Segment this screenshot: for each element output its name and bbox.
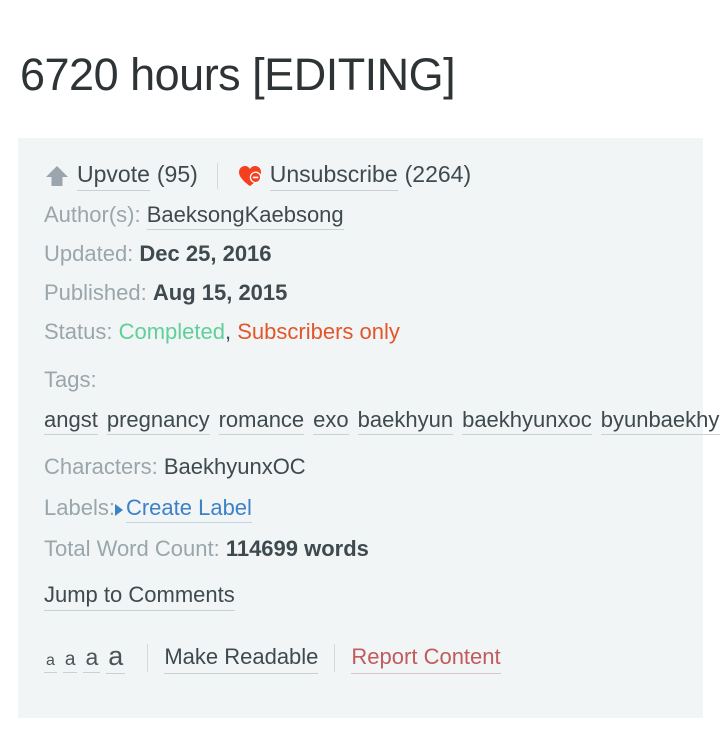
heart-minus-icon <box>237 164 263 188</box>
jump-to-comments-row: Jump to Comments <box>44 582 677 611</box>
jump-to-comments-link[interactable]: Jump to Comments <box>44 582 235 611</box>
unsubscribe-count: (2264) <box>404 161 472 187</box>
upvote-button[interactable]: Upvote (95) <box>44 161 198 191</box>
labels-row: Labels: Create Label <box>44 495 677 523</box>
tag-link[interactable]: pregnancy <box>106 407 210 435</box>
word-count-value: 114699 words <box>225 536 369 561</box>
tag-link[interactable]: romance <box>218 407 305 435</box>
tags-label: Tags: <box>44 367 97 392</box>
status-label: Status: <box>44 319 113 344</box>
tag-link[interactable]: byunbaekhyunexo <box>600 407 720 435</box>
upvote-label[interactable]: Upvote <box>77 161 150 191</box>
status-badge-completed: Completed <box>118 319 225 344</box>
unsubscribe-label[interactable]: Unsubscribe <box>269 161 398 191</box>
updated-row: Updated: Dec 25, 2016 <box>44 243 677 265</box>
caret-right-icon <box>114 504 123 516</box>
word-count-label: Total Word Count: <box>44 536 220 561</box>
report-content-button[interactable]: Report Content <box>351 644 501 674</box>
toolbar-divider <box>334 644 336 672</box>
status-badge-subscribers-only: Subscribers only <box>237 319 400 344</box>
tag-link[interactable]: baekhyun <box>357 407 454 435</box>
updated-label: Updated: <box>44 241 134 266</box>
tag-link[interactable]: angst <box>44 407 98 435</box>
author-label: Author(s): <box>44 202 141 227</box>
published-label: Published: <box>44 280 147 305</box>
author-row: Author(s): BaeksongKaebsong <box>44 202 677 230</box>
make-readable-button[interactable]: Make Readable <box>164 644 319 674</box>
status-row: Status: Completed, Subscribers only <box>44 321 677 343</box>
published-row: Published: Aug 15, 2015 <box>44 282 677 304</box>
page-title: 6720 hours [EDITING] <box>20 49 456 100</box>
font-size-medium-button[interactable]: a <box>83 646 101 673</box>
updated-value: Dec 25, 2016 <box>139 241 272 266</box>
toolbar-divider <box>147 644 149 672</box>
story-info-page: 6720 hours [EDITING] Upvote (95) Unsubsc… <box>0 0 720 737</box>
characters-row: Characters: BaekhyunxOC <box>44 456 677 478</box>
font-size-controls: a a a a <box>44 643 131 674</box>
author-link[interactable]: BaeksongKaebsong <box>146 202 344 230</box>
font-size-large-button[interactable]: a <box>106 643 126 674</box>
arrow-up-icon <box>44 163 70 189</box>
story-info-panel: Upvote (95) Unsubscribe (2264) Author(s)… <box>18 138 720 718</box>
tag-link[interactable]: baekhyunxoc <box>462 407 592 435</box>
status-separator: , <box>225 319 232 344</box>
font-size-small-button[interactable]: a <box>62 650 78 673</box>
font-size-xsmall-button[interactable]: a <box>44 653 57 673</box>
action-bar: Upvote (95) Unsubscribe (2264) <box>44 156 677 196</box>
characters-label: Characters: <box>44 454 158 479</box>
labels-label: Labels: <box>44 495 115 520</box>
word-count-row: Total Word Count: 114699 words <box>44 538 677 560</box>
characters-value: BaekhyunxOC <box>163 454 306 479</box>
bottom-toolbar: a a a a Make Readable Report Content <box>44 634 677 674</box>
action-divider <box>216 163 218 189</box>
tag-link[interactable]: exo <box>313 407 349 435</box>
create-label-button[interactable]: Create Label <box>125 495 252 523</box>
upvote-count: (95) <box>156 161 198 187</box>
published-value: Aug 15, 2015 <box>152 280 288 305</box>
tags-row: Tags: angst pregnancy romance exo baekhyun ba… <box>44 360 720 440</box>
unsubscribe-button[interactable]: Unsubscribe (2264) <box>237 161 471 191</box>
